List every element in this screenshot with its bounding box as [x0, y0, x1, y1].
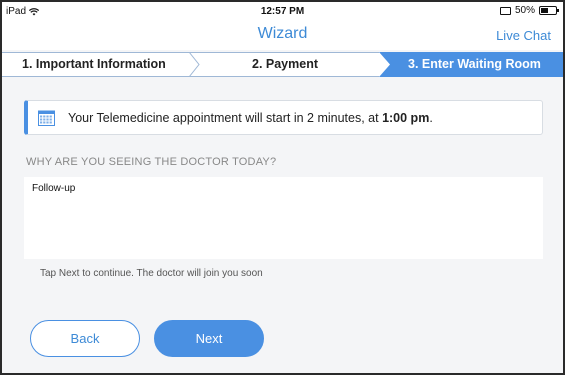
step-important-information[interactable]: 1. Important Information [22, 53, 166, 76]
page-title: Wizard [257, 25, 308, 42]
calendar-icon [38, 110, 55, 126]
appointment-message: Your Telemedicine appointment will start… [68, 111, 433, 125]
battery-percent: 50% [514, 5, 535, 16]
wizard-steps: 1. Important Information 2. Payment 3. E… [2, 52, 563, 77]
step-enter-waiting-room[interactable]: 3. Enter Waiting Room [408, 53, 541, 76]
continue-hint: Tap Next to continue. The doctor will jo… [40, 268, 263, 279]
status-right: 50% [499, 5, 559, 16]
step-separator-icon [188, 52, 200, 77]
appointment-banner: Your Telemedicine appointment will start… [24, 100, 543, 135]
appointment-suffix: . [429, 110, 433, 125]
appointment-time: 1:00 pm [382, 110, 430, 125]
nav-bar: Wizard Live Chat [2, 22, 563, 50]
app-frame: iPad 12:57 PM 50% Wizard Live Chat 1. Im… [0, 0, 565, 375]
live-chat-link[interactable]: Live Chat [496, 28, 551, 43]
battery-icon [539, 6, 559, 15]
step-payment[interactable]: 2. Payment [252, 53, 318, 76]
appointment-text: Your Telemedicine appointment will start… [68, 110, 383, 125]
next-button[interactable]: Next [154, 320, 264, 357]
status-bar: iPad 12:57 PM 50% [2, 2, 563, 22]
back-button[interactable]: Back [30, 320, 140, 357]
status-time: 12:57 PM [260, 6, 305, 17]
visit-reason-label: WHY ARE YOU SEEING THE DOCTOR TODAY? [26, 156, 277, 168]
step-arrow-icon [379, 52, 390, 77]
screen-mirror-icon [499, 6, 511, 15]
battery-fill [541, 8, 548, 13]
visit-reason-input[interactable] [24, 177, 543, 259]
